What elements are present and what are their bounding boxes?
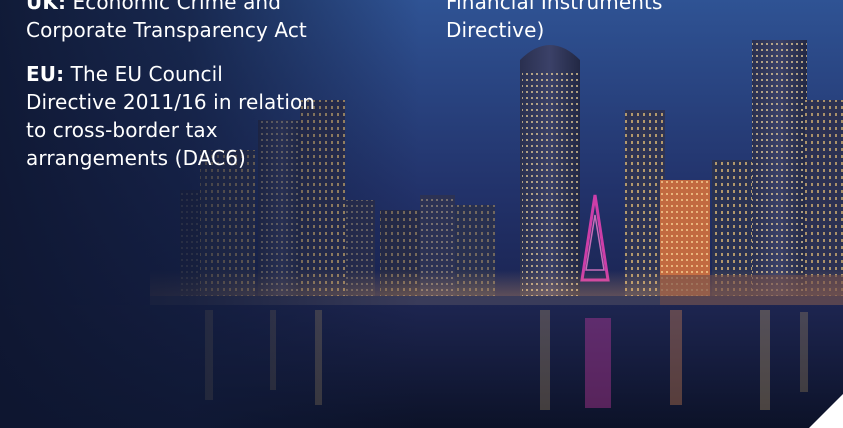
eu-line-4: arrangements (DAC6) [26,146,246,170]
eu-line-1: The EU Council [64,62,223,86]
mifid-line-2: Directive) [446,18,545,42]
corner-decoration [809,394,843,428]
banner: UK: Economic Crime and Corporate Transpa… [0,0,843,428]
mifid-regulation-text: Financial Instruments Directive) [446,0,706,44]
eu-line-3: to cross-border tax [26,118,218,142]
eu-prefix: EU: [26,62,65,86]
uk-line-1: Economic Crime and [66,0,281,14]
uk-regulation-text: UK: Economic Crime and Corporate Transpa… [26,0,356,44]
mifid-line-1: Financial Instruments [446,0,663,14]
eu-line-2: Directive 2011/16 in relation [26,90,316,114]
uk-line-2: Corporate Transparency Act [26,18,307,42]
eu-regulation-text: EU: The EU Council Directive 2011/16 in … [26,60,346,172]
uk-prefix: UK: [26,0,67,14]
